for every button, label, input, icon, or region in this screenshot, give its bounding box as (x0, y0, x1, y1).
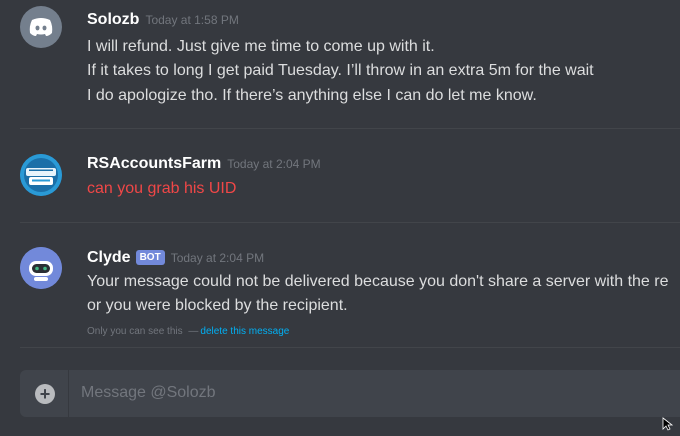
message-divider (20, 347, 680, 348)
message-line: or you were blocked by the recipient. (87, 297, 348, 314)
message-line: Your message could not be delivered beca… (87, 273, 669, 290)
ephemeral-separator: — (188, 326, 199, 337)
message-line: If it takes to long I get paid Tuesday. … (87, 62, 594, 79)
bot-badge: BOT (135, 250, 165, 265)
username[interactable]: RSAccountsFarm (87, 155, 221, 172)
message-composer[interactable]: + Message @Solozb (20, 370, 680, 417)
mouse-cursor-icon (662, 417, 674, 436)
message-input[interactable]: Message @Solozb (81, 384, 216, 402)
rs-accounts-farm-avatar[interactable] (20, 154, 62, 196)
clyde-bot-icon[interactable] (20, 247, 62, 289)
composer-divider (68, 370, 69, 417)
timestamp: Today at 2:04 PM (170, 251, 265, 265)
delete-message-link[interactable]: delete this message (200, 326, 289, 337)
timestamp: Today at 1:58 PM (145, 13, 239, 27)
message-header: Clyde BOT Today at 2:04 PM (87, 249, 264, 267)
message-divider (20, 222, 680, 223)
discord-logo-icon[interactable] (20, 6, 62, 48)
message-line: I do apologize tho. If there’s anything … (87, 87, 537, 104)
username[interactable]: Solozb (87, 11, 139, 28)
ephemeral-note: Only you can see this — delete this messa… (87, 326, 289, 337)
timestamp: Today at 2:04 PM (227, 157, 321, 171)
message-divider (20, 128, 680, 129)
message-header: Solozb Today at 1:58 PM (87, 11, 239, 29)
message-header: RSAccountsFarm Today at 2:04 PM (87, 155, 321, 173)
message-line: can you grab his UID (87, 180, 237, 197)
username[interactable]: Clyde (87, 249, 131, 266)
message-line: I will refund. Just give me time to come… (87, 38, 435, 55)
plus-circle-icon[interactable]: + (35, 384, 55, 404)
ephemeral-text: Only you can see this (87, 326, 183, 337)
